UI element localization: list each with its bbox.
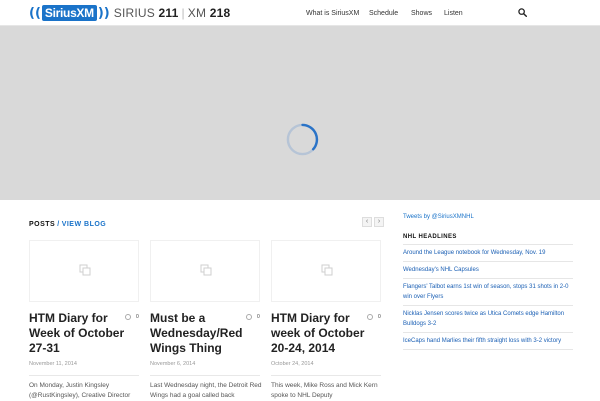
tweets-link[interactable]: Tweets by @SiriusXMNHL <box>403 214 573 220</box>
comment-count[interactable]: 0 <box>367 314 381 320</box>
headline-item[interactable]: Flangers' Talbot earns 1st win of season… <box>403 279 573 306</box>
post-title[interactable]: Must be a Wednesday/Red Wings Thing <box>150 311 250 356</box>
post-card: Must be a Wednesday/Red Wings Thing 0 No… <box>150 240 262 399</box>
nav-shows-wrap: Shows <box>411 0 432 26</box>
post-date: November 6, 2014 <box>150 361 196 367</box>
posts-next-button[interactable]: › <box>374 217 384 227</box>
post-date: October 24, 2014 <box>271 361 314 367</box>
loading-spinner-icon <box>286 123 319 156</box>
image-placeholder-icon <box>200 264 212 276</box>
headline-item[interactable]: Nicklas Jensen scores twice as Utica Com… <box>403 306 573 333</box>
comment-count-value: 0 <box>136 314 139 320</box>
post-thumbnail[interactable] <box>150 240 260 302</box>
logo-xm-channel: 218 <box>209 6 231 20</box>
post-title[interactable]: HTM Diary for week of October 20-24, 201… <box>271 311 371 356</box>
site-header: (( SiriusXM )) SIRIUS 211 | XM 218 What is… <box>0 0 600 26</box>
nhl-headlines-title: NHL HEADLINES <box>403 234 573 245</box>
siriusxm-logo[interactable]: (( SiriusXM )) SIRIUS 211 | XM 218 <box>29 4 230 22</box>
post-divider <box>271 375 381 376</box>
post-divider <box>29 375 139 376</box>
nav-what-is-siriusxm[interactable]: What is SiriusXM <box>306 10 359 17</box>
posts-heading: POSTS / VIEW BLOG <box>29 221 106 228</box>
headline-item[interactable]: Wednesday's NHL Capsules <box>403 262 573 279</box>
nav-listen-wrap: Listen <box>444 0 463 26</box>
comment-count[interactable]: 0 <box>246 314 260 320</box>
posts-prev-button[interactable]: ‹ <box>362 217 372 227</box>
sidebar: Tweets by @SiriusXMNHL NHL HEADLINES Aro… <box>403 214 573 350</box>
headline-item[interactable]: IceCaps hand Marlies their fifth straigh… <box>403 333 573 350</box>
logo-sirius-label: SIRIUS <box>113 6 155 20</box>
hero-slider <box>0 26 600 200</box>
comment-bubble-icon <box>367 314 373 320</box>
nav-schedule-wrap: Schedule <box>369 0 398 26</box>
post-excerpt: On Monday, Justin Kingsley (@RustKingsle… <box>29 382 131 399</box>
comment-count[interactable]: 0 <box>125 314 139 320</box>
search-icon[interactable] <box>518 8 527 17</box>
nav-what-is-siriusxm-wrap: What is SiriusXM <box>306 0 359 26</box>
post-thumbnail[interactable] <box>271 240 381 302</box>
nav-listen[interactable]: Listen <box>444 10 463 17</box>
post-title[interactable]: HTM Diary for Week of October 27-31 <box>29 311 129 356</box>
logo-sirius-channel: 211 <box>158 6 179 20</box>
logo-waves-right-icon: )) <box>97 5 110 21</box>
comment-bubble-icon <box>246 314 252 320</box>
comment-count-value: 0 <box>378 314 381 320</box>
logo-xm-label: XM <box>187 6 207 20</box>
post-excerpt: This week, Mike Ross and Mick Kern spoke… <box>271 382 378 399</box>
headline-item[interactable]: Around the League notebook for Wednesday… <box>403 245 573 262</box>
posts-divider: / <box>57 221 60 228</box>
image-placeholder-icon <box>79 264 91 276</box>
nav-schedule[interactable]: Schedule <box>369 10 398 17</box>
post-card: HTM Diary for Week of October 27-31 0 No… <box>29 240 139 399</box>
logo-brand: SiriusXM <box>41 5 97 21</box>
post-divider <box>150 375 260 376</box>
posts-title: POSTS <box>29 221 56 228</box>
comment-bubble-icon <box>125 314 131 320</box>
logo-waves-left-icon: (( <box>29 5 41 21</box>
post-thumbnail[interactable] <box>29 240 139 302</box>
comment-count-value: 0 <box>257 314 260 320</box>
logo-channels: SIRIUS 211 | XM 218 <box>113 6 231 20</box>
view-blog-link[interactable]: VIEW BLOG <box>62 221 107 228</box>
post-date: November 11, 2014 <box>29 361 77 367</box>
nav-shows[interactable]: Shows <box>411 10 432 17</box>
image-placeholder-icon <box>321 264 333 276</box>
post-excerpt: Last Wednesday night, the Detroit Red Wi… <box>150 382 262 399</box>
post-card: HTM Diary for week of October 20-24, 201… <box>271 240 381 399</box>
